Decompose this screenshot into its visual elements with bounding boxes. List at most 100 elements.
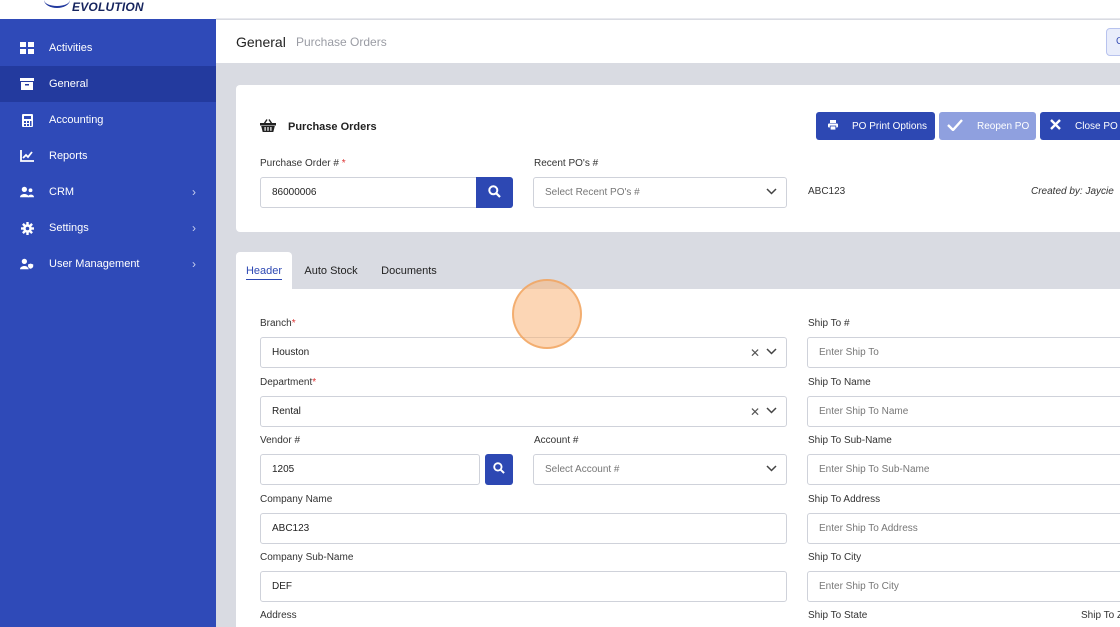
sidebar-item-general[interactable]: General (0, 66, 216, 102)
tab-label: Auto Stock (304, 264, 358, 277)
ship-to-sub-name-input[interactable]: Enter Ship To Sub-Name (807, 454, 1120, 485)
search-icon (488, 184, 501, 201)
required-mark: * (291, 318, 296, 329)
logo-area: EVOLUTION (0, 0, 216, 19)
clear-icon[interactable]: ✕ (750, 405, 760, 419)
sidebar-item-label: Reports (49, 150, 88, 162)
sidebar-item-label: User Management (49, 258, 140, 270)
vendor-input[interactable]: 1205 (260, 454, 480, 485)
sidebar-item-user-management[interactable]: User Management › (0, 246, 216, 282)
user-shield-icon (20, 257, 34, 271)
gear-icon (20, 221, 34, 235)
sidebar-item-crm[interactable]: CRM › (0, 174, 216, 210)
recent-po-select[interactable]: Select Recent PO's # (533, 177, 787, 208)
basket-icon (260, 119, 276, 135)
company-code-text: ABC123 (808, 186, 846, 197)
po-number-input[interactable]: 86000006 (260, 177, 478, 208)
line-chart-icon (20, 149, 34, 163)
logo-text: EVOLUTION (72, 0, 144, 14)
close-po-button[interactable]: Close PO (1040, 112, 1120, 140)
top-bar (216, 0, 1120, 19)
ship-to-city-label: Ship To City (808, 552, 862, 563)
logo-swoosh-icon (44, 0, 70, 8)
ship-to-city-input[interactable]: Enter Ship To City (807, 571, 1120, 602)
check-icon (947, 118, 963, 134)
archive-box-icon (20, 77, 34, 91)
breadcrumb-sub[interactable]: Purchase Orders (296, 35, 387, 49)
ship-to-input[interactable]: Enter Ship To (807, 337, 1120, 368)
ship-to-state-label: Ship To State (808, 610, 868, 621)
required-mark: * (341, 158, 346, 169)
sidebar-item-accounting[interactable]: Accounting (0, 102, 216, 138)
department-value: Rental (272, 406, 301, 417)
chevron-down-icon (766, 187, 777, 198)
card-title-text: Purchase Orders (288, 121, 377, 133)
calculator-icon (20, 113, 34, 127)
tab-header[interactable]: Header (236, 252, 292, 289)
chevron-down-icon (766, 406, 777, 417)
grid-icon (20, 41, 34, 55)
branch-select[interactable]: Houston ✕ (260, 337, 787, 368)
recent-po-placeholder: Select Recent PO's # (545, 187, 640, 198)
sidebar-nav: Activities General Accounting Reports CR… (0, 30, 216, 282)
clear-icon[interactable]: ✕ (750, 346, 760, 360)
account-placeholder: Select Account # (545, 464, 620, 475)
sidebar-item-label: Activities (49, 42, 93, 54)
department-label-text: Department (260, 377, 313, 388)
users-icon (20, 185, 34, 199)
po-number-label-text: Purchase Order # (260, 158, 339, 169)
branch-value: Houston (272, 347, 310, 358)
chevron-right-icon: › (192, 185, 196, 199)
ship-to-sub-name-label: Ship To Sub-Name (808, 435, 892, 446)
required-mark: * (312, 377, 317, 388)
ship-to-label: Ship To # (808, 318, 850, 329)
sidebar-item-label: General (49, 78, 89, 90)
tab-documents[interactable]: Documents (375, 252, 443, 289)
button-label: PO Print Options (852, 120, 928, 132)
vendor-label: Vendor # (260, 435, 301, 446)
ship-to-address-label: Ship To Address (808, 494, 881, 505)
chevron-right-icon: › (192, 221, 196, 235)
sidebar: EVOLUTION Activities General Accounting … (0, 0, 216, 627)
po-card: Purchase Orders PO Print Options Reopen … (236, 85, 1120, 232)
chevron-right-icon: › (192, 257, 196, 271)
branch-label: Branch* (260, 318, 296, 329)
branch-label-text: Branch (260, 318, 292, 329)
reopen-po-button[interactable]: Reopen PO (939, 112, 1036, 140)
company-name-label: Company Name (260, 494, 333, 505)
sidebar-item-settings[interactable]: Settings › (0, 210, 216, 246)
chevron-down-icon (766, 464, 777, 475)
account-select[interactable]: Select Account # (533, 454, 787, 485)
ship-to-zip-label: Ship To Z (1081, 610, 1120, 621)
created-by-text: Created by: Jaycie (1031, 186, 1114, 197)
sidebar-item-label: CRM (49, 186, 75, 198)
chevron-down-icon (766, 347, 777, 358)
printer-icon (828, 119, 838, 133)
po-number-label: Purchase Order # * (260, 158, 346, 169)
breadcrumb-main[interactable]: General (236, 34, 286, 50)
breadcrumb: General Purchase Orders C (216, 20, 1120, 63)
ship-to-address-input[interactable]: Enter Ship To Address (807, 513, 1120, 544)
company-name-input[interactable]: ABC123 (260, 513, 787, 544)
ship-to-name-input[interactable]: Enter Ship To Name (807, 396, 1120, 427)
sidebar-item-activities[interactable]: Activities (0, 30, 216, 66)
top-right-button[interactable]: C (1106, 28, 1120, 56)
recent-po-label: Recent PO's # (534, 158, 599, 169)
button-label: Close PO (1075, 120, 1118, 132)
click-indicator (512, 279, 582, 349)
close-icon (1050, 119, 1061, 133)
department-select[interactable]: Rental ✕ (260, 396, 787, 427)
address-label: Address (260, 610, 297, 621)
ship-to-name-label: Ship To Name (808, 377, 871, 388)
tab-auto-stock[interactable]: Auto Stock (299, 252, 363, 289)
search-icon (493, 462, 505, 477)
company-sub-name-label: Company Sub-Name (260, 552, 354, 563)
department-label: Department* (260, 377, 316, 388)
po-print-options-button[interactable]: PO Print Options (816, 112, 935, 140)
tab-label: Documents (381, 264, 437, 277)
button-label: Reopen PO (977, 120, 1030, 132)
sidebar-item-reports[interactable]: Reports (0, 138, 216, 174)
po-search-button[interactable] (476, 177, 513, 208)
vendor-search-button[interactable] (485, 454, 513, 485)
company-sub-name-input[interactable]: DEF (260, 571, 787, 602)
